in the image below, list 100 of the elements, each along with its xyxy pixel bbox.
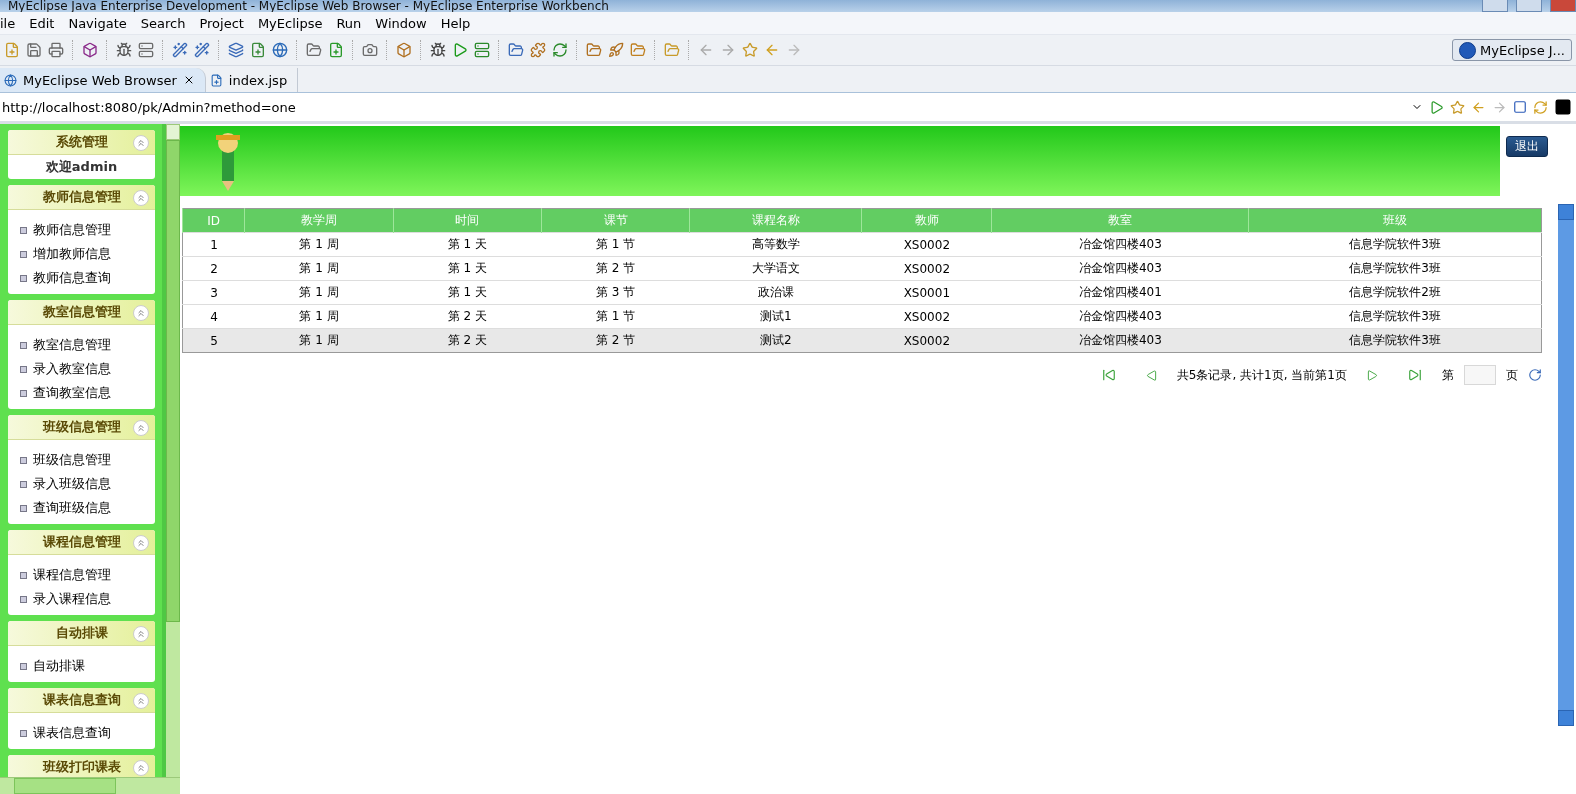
puzzle-icon[interactable] (530, 42, 546, 58)
back-icon[interactable] (764, 42, 780, 58)
sidebar-link[interactable]: 教师信息查询 (20, 266, 155, 290)
bug-icon[interactable] (116, 42, 132, 58)
menu-item[interactable]: MyEclipse (251, 15, 331, 31)
menu-item[interactable]: Search (134, 15, 194, 31)
table-cell: 测试2 (689, 328, 862, 353)
go-icon[interactable] (1528, 368, 1542, 382)
minimize-button[interactable] (1482, 0, 1508, 12)
debug-icon[interactable] (430, 42, 446, 58)
page-label: 页 (1506, 366, 1518, 384)
forward-icon[interactable] (786, 42, 802, 58)
table-cell: 第 2 节 (541, 328, 690, 353)
table-cell: 冶金馆四楼403 (991, 232, 1249, 257)
scrollbar[interactable] (166, 124, 180, 777)
globe-icon[interactable] (272, 42, 288, 58)
table-cell: 第 1 节 (541, 304, 690, 329)
rocket-icon[interactable] (608, 42, 624, 58)
sidebar-link[interactable]: 课程信息管理 (20, 563, 155, 587)
table-cell: XS0002 (861, 304, 992, 329)
perspective-button[interactable]: MyEclipse J... (1452, 39, 1572, 61)
table-cell: 4 (182, 304, 245, 329)
square-icon[interactable] (1554, 98, 1572, 116)
table-cell: XS0001 (861, 280, 992, 305)
new-file-icon[interactable] (250, 42, 266, 58)
arrow-icon[interactable] (698, 42, 714, 58)
table-cell: 测试1 (689, 304, 862, 329)
box-icon[interactable] (82, 42, 98, 58)
folder-icon[interactable] (586, 42, 602, 58)
menu-item[interactable]: Navigate (62, 15, 135, 31)
sidebar-link[interactable]: 教师信息管理 (20, 218, 155, 242)
refresh-icon[interactable] (1533, 99, 1548, 115)
menu-item[interactable]: Help (434, 15, 479, 31)
refresh-icon[interactable] (552, 42, 568, 58)
table-cell: 第 2 天 (393, 328, 542, 353)
print-icon[interactable] (48, 42, 64, 58)
table-cell: 第 1 周 (244, 280, 394, 305)
back-icon[interactable] (1471, 99, 1486, 115)
sidebar-link[interactable]: 班级信息管理 (20, 448, 155, 472)
run-icon[interactable] (452, 42, 468, 58)
collapse-icon[interactable] (133, 135, 149, 151)
layers-icon[interactable] (228, 42, 244, 58)
sidebar-link[interactable]: 教室信息管理 (20, 333, 155, 357)
logout-button[interactable]: 退出 (1506, 136, 1548, 157)
editor-tab[interactable]: MyEclipse Web Browser (0, 68, 206, 92)
sidebar-link[interactable]: 录入教室信息 (20, 357, 155, 381)
table-cell: 第 1 天 (393, 232, 542, 257)
collapse-icon[interactable] (133, 626, 149, 642)
column-header: 时间 (393, 208, 542, 233)
server-icon[interactable] (474, 42, 490, 58)
go-icon[interactable] (1429, 99, 1444, 115)
collapse-icon[interactable] (133, 760, 149, 776)
sidebar-link[interactable]: 课表信息查询 (20, 721, 155, 745)
editor-tab[interactable]: index.jsp (205, 68, 299, 92)
star-icon[interactable] (1450, 99, 1465, 115)
table-cell: 第 1 周 (244, 232, 394, 257)
maximize-button[interactable] (1516, 0, 1542, 12)
menu-item[interactable]: Run (330, 15, 370, 31)
camera-icon[interactable] (362, 42, 378, 58)
menu-item[interactable]: Window (369, 15, 435, 31)
scrollbar[interactable] (1558, 204, 1574, 726)
page-input[interactable] (1464, 365, 1496, 385)
folder-icon[interactable] (664, 42, 680, 58)
new-file-icon[interactable] (328, 42, 344, 58)
arrow-icon[interactable] (720, 42, 736, 58)
star-icon[interactable] (742, 42, 758, 58)
sidebar-link[interactable]: 查询班级信息 (20, 496, 155, 520)
horizontal-scrollbar[interactable] (0, 777, 180, 794)
sidebar-link[interactable]: 查询教室信息 (20, 381, 155, 405)
collapse-icon[interactable] (133, 535, 149, 551)
sidebar-link[interactable]: 录入课程信息 (20, 587, 155, 611)
table-cell: 冶金馆四楼401 (991, 280, 1249, 305)
folder-icon[interactable] (306, 42, 322, 58)
menu-item[interactable]: Edit (23, 15, 63, 31)
table-cell: 冶金馆四楼403 (991, 328, 1249, 353)
stop-icon[interactable] (1513, 100, 1527, 114)
menu-item[interactable]: Project (193, 15, 252, 31)
wand-icon[interactable] (172, 42, 188, 58)
folder-icon[interactable] (508, 42, 524, 58)
file-icon (209, 73, 223, 87)
box-icon[interactable] (396, 42, 412, 58)
wand-icon[interactable] (194, 42, 210, 58)
collapse-icon[interactable] (133, 693, 149, 709)
table-cell: 冶金馆四楼403 (991, 256, 1249, 281)
new-file-icon[interactable] (4, 42, 20, 58)
collapse-icon[interactable] (133, 190, 149, 206)
server-icon[interactable] (138, 42, 154, 58)
sidebar-link[interactable]: 自动排课 (20, 654, 155, 678)
sidebar-link[interactable]: 增加教师信息 (20, 242, 155, 266)
collapse-icon[interactable] (133, 420, 149, 436)
table-cell: 第 3 节 (541, 280, 690, 305)
folder-icon[interactable] (630, 42, 646, 58)
collapse-icon[interactable] (133, 305, 149, 321)
save-icon[interactable] (26, 42, 42, 58)
forward-icon[interactable] (1492, 99, 1507, 115)
table-cell: 信息学院软件3班 (1248, 328, 1542, 353)
table-cell: 2 (182, 256, 245, 281)
sidebar-link[interactable]: 录入班级信息 (20, 472, 155, 496)
menu-item[interactable]: ile (0, 15, 24, 31)
column-header: 班级 (1248, 208, 1542, 233)
